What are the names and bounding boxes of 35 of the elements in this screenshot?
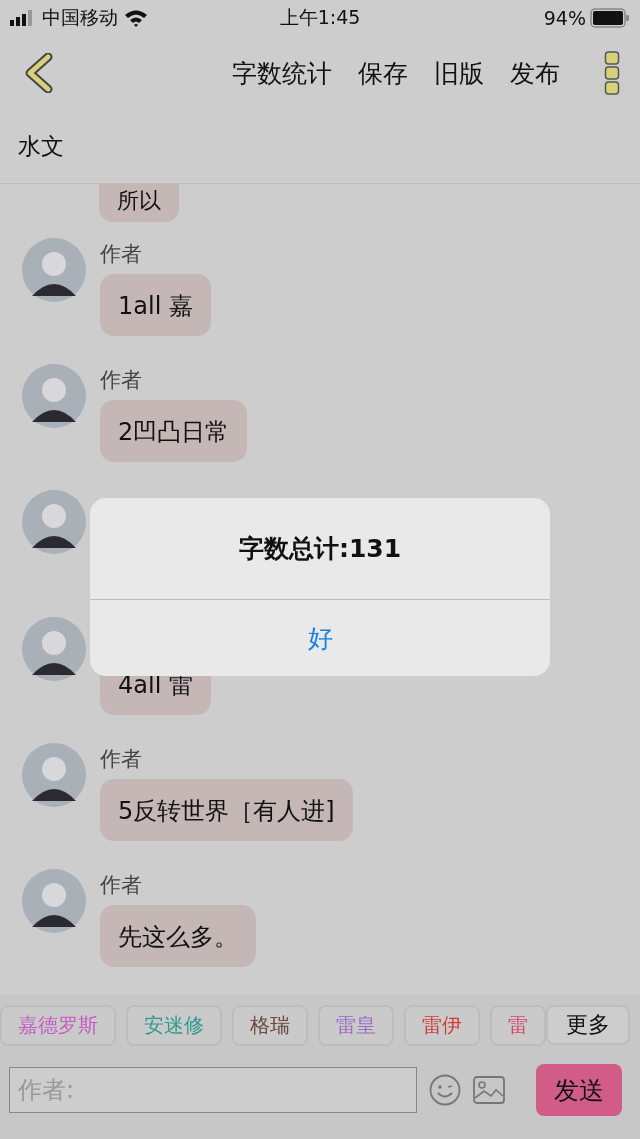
author-name: 作者 [100, 745, 143, 773]
toolbar-action[interactable]: 字数统计 [232, 56, 332, 90]
clock-time: 上午1:45 [279, 5, 361, 30]
character-tag[interactable]: 格瑞 [232, 1004, 308, 1046]
toolbar-action[interactable]: 发布 [510, 56, 560, 90]
avatar-icon [22, 616, 86, 681]
emoji-icon[interactable] [429, 1074, 461, 1106]
character-tag[interactable]: 雷 [490, 1004, 546, 1046]
avatar-icon [22, 742, 86, 807]
toolbar-action[interactable]: 保存 [358, 56, 408, 90]
avatar-icon [22, 868, 86, 933]
avatar-icon [22, 364, 86, 429]
avatar-icon [22, 238, 86, 303]
message-bubble: 2凹凸日常 [100, 400, 248, 463]
avatar-icon [22, 490, 86, 555]
carrier-name: 中国移动 [42, 5, 118, 30]
image-icon[interactable] [473, 1076, 505, 1104]
message-bubble: 1all 嘉 [100, 274, 211, 337]
character-tag[interactable]: 雷伊 [404, 1004, 480, 1046]
author-name: 作者 [100, 871, 143, 899]
battery-percent: 94% [543, 7, 586, 29]
send-button[interactable]: 发送 [536, 1064, 622, 1116]
back-icon[interactable] [24, 53, 54, 93]
chat-title: 水文 [18, 132, 64, 161]
more-menu-icon[interactable] [604, 51, 620, 95]
message-bubble: 先这么多。 [100, 904, 256, 967]
author-name: 作者 [100, 367, 143, 395]
more-button[interactable]: 更多 [546, 1005, 630, 1045]
alert-message: 字数总计:131 [90, 498, 550, 600]
message-bubble: 所以 [99, 184, 179, 222]
battery-icon [590, 8, 630, 28]
message-bubble: 5反转世界［有人进] [100, 778, 353, 841]
toolbar-action[interactable]: 旧版 [434, 56, 484, 90]
author-name: 作者 [100, 241, 143, 269]
wifi-icon [124, 9, 148, 27]
